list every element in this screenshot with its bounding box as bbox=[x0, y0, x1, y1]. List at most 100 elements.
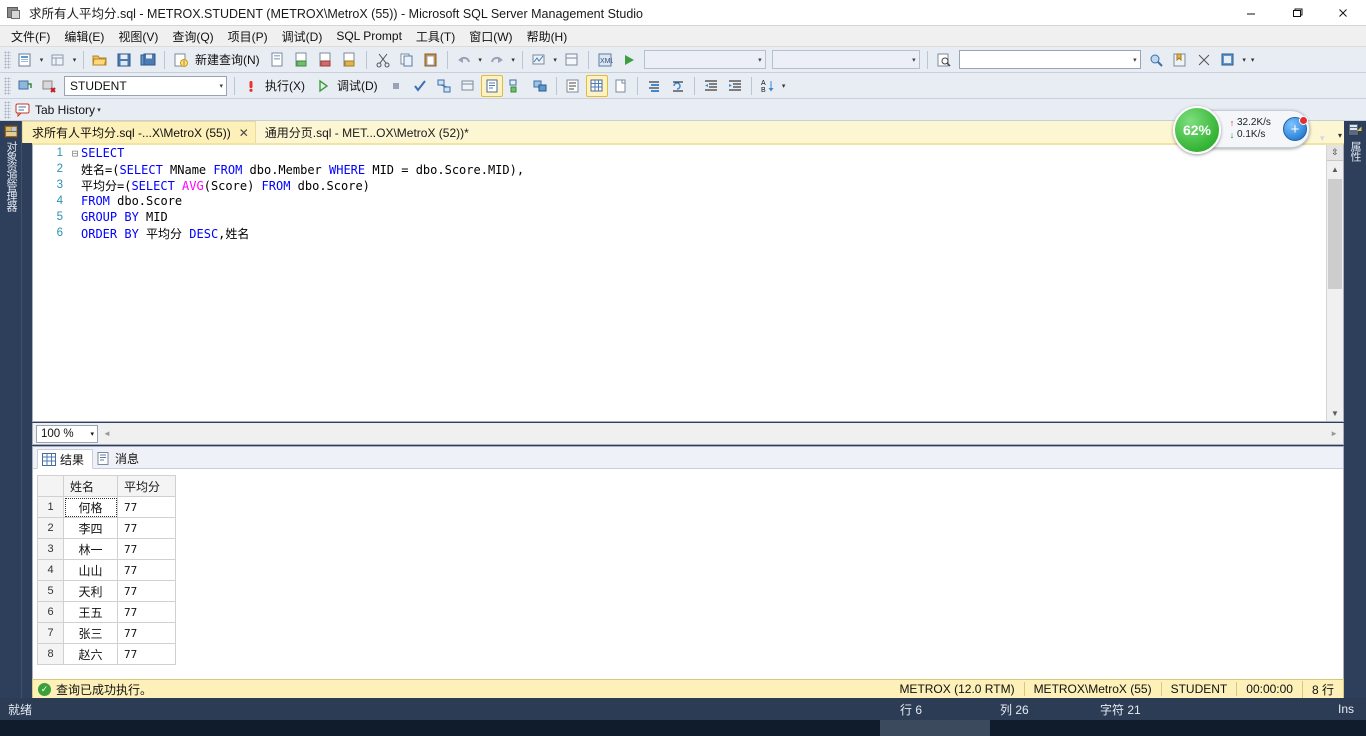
cell-avg[interactable]: 77 bbox=[117, 601, 176, 623]
cell-avg[interactable]: 77 bbox=[117, 643, 176, 665]
cell-name[interactable]: 王五 bbox=[63, 601, 118, 623]
new-analysis-query-icon[interactable] bbox=[291, 49, 313, 71]
bookmark-icon[interactable] bbox=[1169, 49, 1191, 71]
table-row[interactable]: 7 张三 77 bbox=[37, 622, 176, 644]
toolbox-icon[interactable] bbox=[1217, 49, 1239, 71]
maximize-button[interactable] bbox=[1274, 0, 1320, 26]
cell-name[interactable]: 山山 bbox=[63, 559, 118, 581]
table-row[interactable]: 1 何格 77 bbox=[37, 496, 176, 518]
new-mdx-query-icon[interactable] bbox=[315, 49, 337, 71]
menu-item-debug[interactable]: 调试(D) bbox=[275, 26, 330, 47]
row-number[interactable]: 7 bbox=[37, 622, 64, 644]
table-row[interactable]: 6 王五 77 bbox=[37, 601, 176, 623]
scroll-down-icon[interactable]: ▼ bbox=[1327, 405, 1343, 421]
scroll-up-icon[interactable]: ▲ bbox=[1327, 161, 1343, 177]
row-number[interactable]: 1 bbox=[37, 496, 64, 518]
cell-name[interactable]: 赵六 bbox=[63, 643, 118, 665]
scroll-right-icon[interactable]: ► bbox=[1327, 429, 1341, 438]
cell-avg[interactable]: 77 bbox=[117, 496, 176, 518]
undo-icon[interactable] bbox=[453, 49, 475, 71]
column-header-name[interactable]: 姓名 bbox=[63, 475, 118, 497]
network-speed-widget[interactable]: 62% ↑ 32.2K/s ↓ 0.1K/s + bbox=[1173, 106, 1310, 154]
cell-name[interactable]: 林一 bbox=[63, 538, 118, 560]
database-combo[interactable]: STUDENT ▾ bbox=[64, 75, 227, 96]
new-query-icon[interactable] bbox=[170, 49, 192, 71]
redo-icon[interactable] bbox=[486, 49, 508, 71]
row-number[interactable]: 2 bbox=[37, 517, 64, 539]
table-row[interactable]: 5 天利 77 bbox=[37, 580, 176, 602]
decrease-indent-icon[interactable] bbox=[700, 75, 722, 97]
activity-monitor-dropdown-icon[interactable]: ▾ bbox=[551, 49, 560, 71]
toolbar-grip[interactable] bbox=[4, 76, 11, 95]
include-actual-plan-icon[interactable] bbox=[480, 74, 503, 97]
zoom-level-combo[interactable]: 100 % ▾ bbox=[36, 424, 98, 443]
row-number[interactable]: 6 bbox=[37, 601, 64, 623]
copy-icon[interactable] bbox=[396, 49, 418, 71]
run-icon[interactable] bbox=[618, 49, 640, 71]
find-combo[interactable]: ▾ bbox=[958, 50, 1141, 69]
disconnect-icon[interactable] bbox=[38, 75, 60, 97]
connect-icon[interactable] bbox=[14, 75, 36, 97]
include-client-stats-icon[interactable] bbox=[505, 75, 527, 97]
results-to-file-icon[interactable] bbox=[610, 75, 632, 97]
uncomment-lines-icon[interactable] bbox=[667, 75, 689, 97]
cell-avg[interactable]: 77 bbox=[117, 559, 176, 581]
toolbar-grip[interactable] bbox=[4, 50, 11, 69]
properties-dock-tab[interactable]: 属性 bbox=[1346, 123, 1364, 161]
menu-item-help[interactable]: 帮助(H) bbox=[520, 26, 575, 47]
open-file-icon[interactable] bbox=[89, 49, 111, 71]
results-to-text-icon[interactable] bbox=[562, 75, 584, 97]
new-dmx-query-icon[interactable] bbox=[339, 49, 361, 71]
menu-item-project[interactable]: 项目(P) bbox=[221, 26, 275, 47]
save-icon[interactable] bbox=[113, 49, 135, 71]
add-item-icon[interactable] bbox=[47, 49, 69, 71]
menu-item-sql-prompt[interactable]: SQL Prompt bbox=[329, 27, 409, 45]
redo-dropdown-icon[interactable]: ▾ bbox=[509, 49, 518, 71]
save-all-icon[interactable] bbox=[137, 49, 159, 71]
parse-check-icon[interactable] bbox=[409, 75, 431, 97]
widget-add-button[interactable]: + bbox=[1283, 116, 1308, 141]
row-number[interactable]: 3 bbox=[37, 538, 64, 560]
toolbar-combo-2[interactable]: ▾ bbox=[771, 50, 920, 69]
comment-lines-icon[interactable] bbox=[643, 75, 665, 97]
sql-editor[interactable]: 1 ⊟ SELECT 2 姓名=(SELECT MName FROM dbo.M… bbox=[32, 143, 1344, 422]
table-row[interactable]: 2 李四 77 bbox=[37, 517, 176, 539]
row-number[interactable]: 8 bbox=[37, 643, 64, 665]
taskbar-item[interactable] bbox=[880, 720, 990, 736]
document-tab-overflow-icon[interactable]: ▾ bbox=[1338, 131, 1342, 140]
doc-tab-inactive[interactable]: 通用分页.sql - MET...OX\MetroX (52))* bbox=[255, 121, 475, 143]
debug-play-icon[interactable] bbox=[312, 75, 334, 97]
paste-icon[interactable] bbox=[420, 49, 442, 71]
close-icon[interactable]: ✕ bbox=[239, 126, 249, 140]
cell-name[interactable]: 李四 bbox=[63, 517, 118, 539]
object-explorer-dock-tab[interactable]: 对象资源管理器 bbox=[2, 123, 20, 217]
grid-corner-header[interactable] bbox=[37, 475, 64, 497]
toolbar-overflow-icon[interactable]: ▾ bbox=[1249, 49, 1257, 71]
debug-label[interactable]: 调试(D) bbox=[337, 77, 378, 94]
toolbar-grip[interactable] bbox=[4, 100, 11, 119]
menu-item-view[interactable]: 视图(V) bbox=[111, 26, 165, 47]
clear-bookmarks-icon[interactable] bbox=[1193, 49, 1215, 71]
add-item-dropdown-icon[interactable]: ▾ bbox=[70, 49, 79, 71]
toolbar-overflow-icon[interactable]: ▾ bbox=[780, 75, 788, 97]
table-row[interactable]: 4 山山 77 bbox=[37, 559, 176, 581]
find-next-icon[interactable] bbox=[1145, 49, 1167, 71]
find-in-files-icon[interactable] bbox=[933, 49, 955, 71]
results-grid[interactable]: 姓名 平均分 1 何格 77 2 李四 77 3 林一 77 4 山山 77 5… bbox=[33, 469, 1343, 698]
row-number[interactable]: 5 bbox=[37, 580, 64, 602]
display-estimated-plan-icon[interactable] bbox=[433, 75, 455, 97]
toolbar-combo-1[interactable]: ▾ bbox=[643, 50, 766, 69]
increase-indent-icon[interactable] bbox=[724, 75, 746, 97]
code-area[interactable]: 1 ⊟ SELECT 2 姓名=(SELECT MName FROM dbo.M… bbox=[33, 145, 1326, 421]
new-query-label[interactable]: 新建查询(N) bbox=[195, 51, 260, 68]
cell-avg[interactable]: 77 bbox=[117, 622, 176, 644]
results-to-grid-icon[interactable] bbox=[585, 74, 608, 97]
menu-item-query[interactable]: 查询(Q) bbox=[165, 26, 220, 47]
cell-avg[interactable]: 77 bbox=[117, 538, 176, 560]
editor-horizontal-scrollbar[interactable]: ◄ ► bbox=[100, 425, 1341, 442]
editor-vertical-scrollbar[interactable]: ⇳ ▲ ▼ bbox=[1326, 145, 1343, 421]
results-tab-messages[interactable]: 消息 bbox=[93, 448, 147, 468]
doc-tab-active[interactable]: 求所有人平均分.sql -...X\MetroX (55)) ✕ bbox=[22, 121, 256, 143]
table-row[interactable]: 8 赵六 77 bbox=[37, 643, 176, 665]
show-diagram-icon[interactable] bbox=[561, 49, 583, 71]
